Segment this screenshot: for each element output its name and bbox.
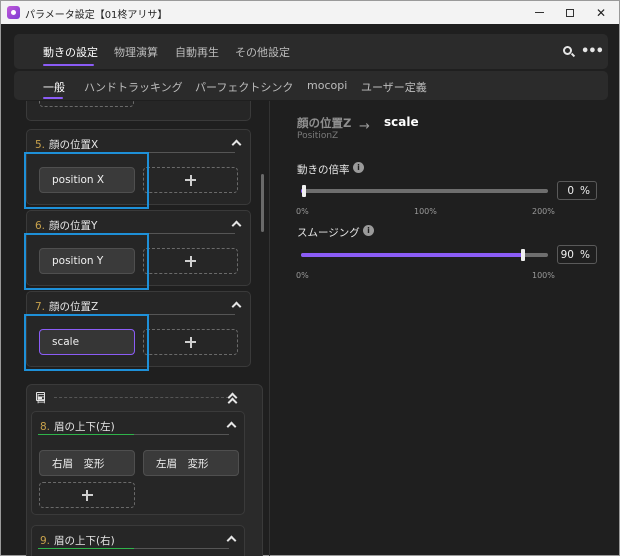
multiplier-slider-track[interactable] [301, 189, 548, 193]
smoothing-value: 90 [560, 249, 574, 261]
tab-motion-settings[interactable]: 動きの設定 [43, 44, 98, 60]
param-header: 7. 顔の位置Z [35, 301, 99, 313]
plus-icon [185, 255, 196, 267]
target-param-name: scale [384, 115, 419, 129]
unit-label: % [580, 185, 590, 197]
maximize-button[interactable] [555, 1, 585, 24]
arrow-right-icon: → [359, 119, 370, 134]
panel-divider [269, 101, 270, 556]
param-binding-button[interactable]: 右眉 変形 [39, 450, 135, 476]
main-tab-bar: 動きの設定 物理演算 自動再生 その他設定 ••• [14, 34, 608, 69]
minimize-icon [534, 12, 544, 13]
add-binding-button[interactable] [143, 248, 238, 274]
multiplier-slider-thumb[interactable] [301, 185, 306, 197]
add-binding-button[interactable] [143, 329, 238, 355]
tab-mocopi[interactable]: mocopi [307, 79, 347, 92]
group-divider [54, 397, 229, 398]
param-binding-button[interactable]: 左眉 変形 [143, 450, 239, 476]
tab-autoplay[interactable]: 自動再生 [175, 44, 219, 60]
tick-label: 100% [414, 207, 437, 216]
param-card-brow-left: 8. 眉の上下(左) 右眉 変形 左眉 変形 [31, 411, 245, 515]
smoothing-label: スムージング [297, 227, 360, 239]
chevron-up-icon[interactable] [226, 421, 237, 432]
header-divider [134, 548, 229, 549]
highlight-box [24, 314, 149, 371]
close-icon: ✕ [595, 5, 607, 20]
group-title: 目 [36, 393, 47, 405]
highlight-box [24, 152, 149, 209]
plus-icon [81, 489, 93, 501]
add-binding-button[interactable] [39, 482, 135, 508]
chevron-up-icon[interactable] [231, 301, 242, 312]
header-divider [134, 434, 229, 435]
highlight-box [24, 233, 149, 290]
add-binding-button[interactable] [39, 101, 134, 107]
tick-label: 200% [532, 207, 555, 216]
app-icon [7, 6, 20, 19]
multiplier-value: 0 [567, 185, 574, 197]
tab-physics[interactable]: 物理演算 [114, 44, 158, 60]
tab-other-settings[interactable]: その他設定 [235, 44, 290, 60]
plus-icon [185, 174, 196, 186]
sub-tab-bar: 一般 ハンドトラッキング パーフェクトシンク mocopi ユーザー定義 [14, 71, 608, 100]
multiplier-label: 動きの倍率 [297, 164, 350, 176]
unit-label: % [580, 249, 590, 261]
window-title: パラメータ設定【01柊アリサ】 [25, 10, 168, 21]
active-subtab-indicator [43, 97, 63, 99]
chevron-up-icon[interactable] [231, 139, 242, 150]
source-param-name: 顔の位置Z [297, 116, 352, 130]
app-window: パラメータ設定【01柊アリサ】 ✕ 動きの設定 物理演算 自動再生 その他設定 … [0, 0, 620, 556]
param-header: 5. 顔の位置X [35, 139, 99, 151]
active-tab-indicator [43, 64, 94, 66]
tab-perfect-sync[interactable]: パーフェクトシンク [195, 79, 293, 95]
param-card-brow-right: 9. 眉の上下(右) [31, 525, 245, 556]
info-icon[interactable]: i [363, 225, 374, 236]
header-divider-active [38, 548, 134, 549]
title-bar: パラメータ設定【01柊アリサ】 ✕ [1, 1, 619, 24]
maximize-icon [566, 8, 574, 17]
more-icon[interactable]: ••• [581, 44, 604, 59]
chevron-up-icon[interactable] [226, 535, 237, 546]
plus-icon [185, 336, 196, 348]
tick-label: 100% [532, 271, 555, 280]
tab-hand-tracking[interactable]: ハンドトラッキング [84, 79, 183, 95]
param-header: 8. 眉の上下(左) [40, 421, 115, 433]
chevron-up-icon[interactable] [231, 220, 242, 231]
tick-label: 0% [296, 207, 309, 216]
minimize-button[interactable] [524, 1, 554, 24]
scrollbar[interactable] [261, 174, 264, 232]
source-param-id: PositionZ [297, 131, 339, 141]
tab-user-defined[interactable]: ユーザー定義 [361, 79, 427, 95]
add-binding-button[interactable] [143, 167, 238, 193]
multiplier-value-input[interactable]: 0 % [557, 181, 597, 200]
smoothing-slider-track[interactable] [301, 253, 548, 257]
param-header: 9. 眉の上下(右) [40, 535, 115, 547]
param-card-previous [26, 101, 251, 121]
param-header: 6. 顔の位置Y [35, 220, 98, 232]
tab-general[interactable]: 一般 [43, 79, 65, 95]
search-icon[interactable] [563, 46, 572, 55]
smoothing-slider-thumb[interactable] [521, 249, 526, 261]
smoothing-value-input[interactable]: 90 % [557, 245, 597, 264]
tick-label: 0% [296, 271, 309, 280]
info-icon[interactable]: i [353, 162, 364, 173]
smoothing-slider-fill [301, 253, 524, 257]
close-button[interactable]: ✕ [586, 1, 616, 24]
header-divider-active [38, 434, 134, 435]
